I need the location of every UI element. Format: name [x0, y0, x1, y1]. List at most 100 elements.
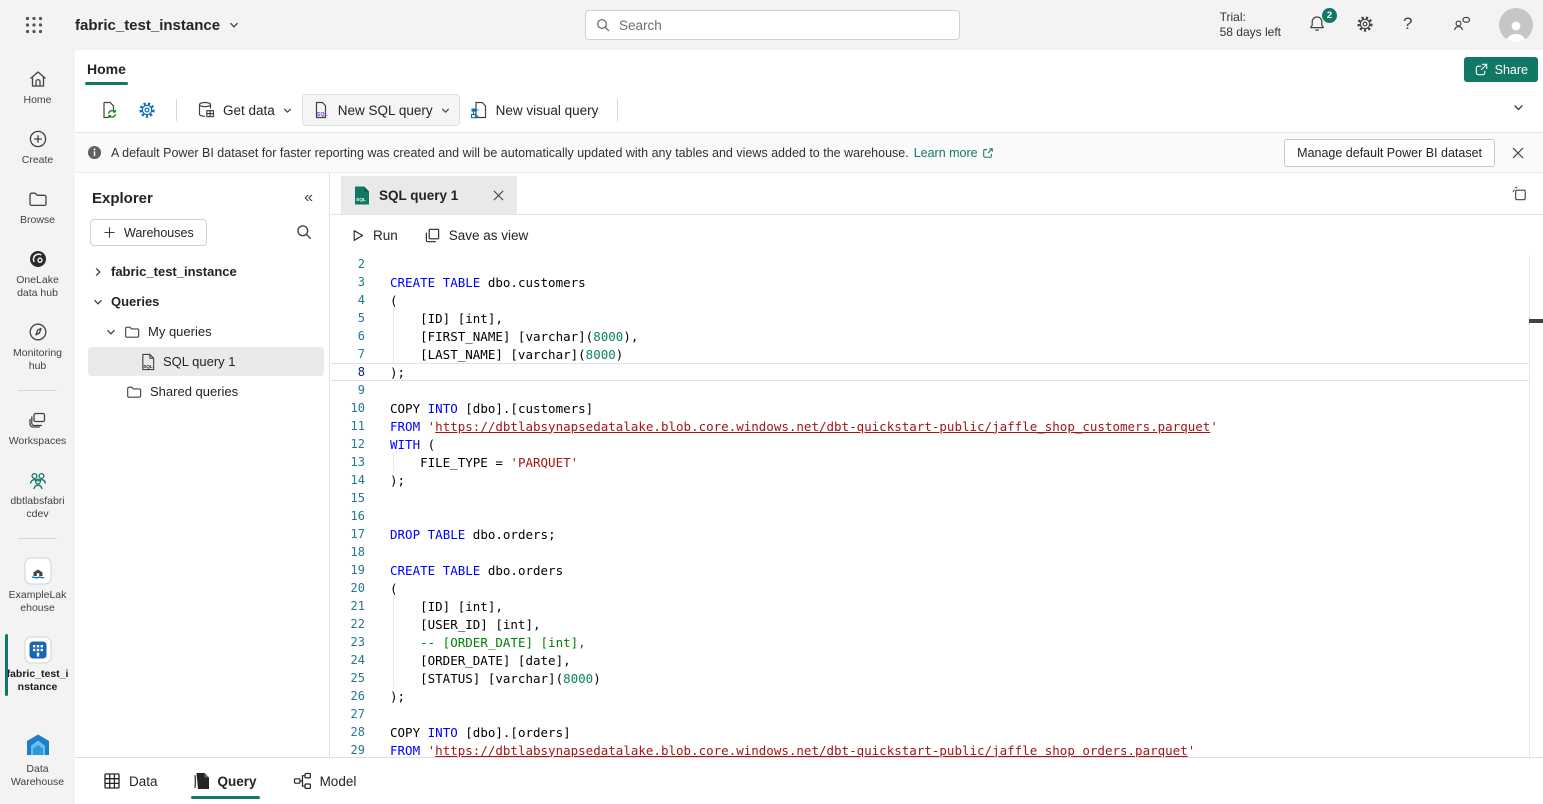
- code-line-13[interactable]: 13 FILE_TYPE = 'PARQUET': [331, 453, 1529, 471]
- indent-guide: [393, 597, 394, 615]
- refresh-button[interactable]: [90, 94, 128, 126]
- code-line-18[interactable]: 18: [331, 543, 1529, 561]
- code-line-28[interactable]: 28COPY INTO [dbo].[orders]: [331, 723, 1529, 741]
- line-number: 9: [331, 383, 365, 397]
- workspace-name-menu[interactable]: fabric_test_instance: [75, 17, 240, 34]
- sql-code-editor[interactable]: 2 3CREATE TABLE dbo.customers4(5 [ID] [in…: [331, 255, 1543, 757]
- code-text: [FIRST_NAME] [varchar](8000),: [390, 329, 638, 344]
- line-number: 23: [331, 635, 365, 649]
- rail-item-home[interactable]: Home: [0, 62, 75, 113]
- code-line-3[interactable]: 3CREATE TABLE dbo.customers: [331, 273, 1529, 291]
- query-settings-button[interactable]: [128, 94, 166, 126]
- line-number: 29: [331, 743, 365, 757]
- banner-close-icon[interactable]: [1511, 146, 1525, 160]
- code-text: [STATUS] [varchar](8000): [390, 671, 601, 686]
- code-line-22[interactable]: 22 [USER_ID] [int],: [331, 615, 1529, 633]
- add-warehouses-button[interactable]: Warehouses: [90, 219, 207, 246]
- collapse-explorer-icon[interactable]: «: [304, 189, 313, 207]
- tab-sql-query-1[interactable]: SQL SQL query 1: [341, 176, 517, 214]
- rail-item-fabric-test-instance[interactable]: fabric_test_instance: [0, 630, 75, 700]
- ribbon-collapse-chevron[interactable]: [1512, 101, 1525, 114]
- line-number: 16: [331, 509, 365, 523]
- tree-item-queries[interactable]: Queries: [88, 287, 324, 316]
- code-line-4[interactable]: 4(: [331, 291, 1529, 309]
- code-line-5[interactable]: 5 [ID] [int],: [331, 309, 1529, 327]
- rail-divider: [18, 538, 57, 539]
- rail-item-datawarehouse[interactable]: DataWarehouse: [0, 725, 75, 795]
- explorer-search-icon[interactable]: [296, 224, 313, 241]
- new-visual-query-button[interactable]: New visual query: [460, 94, 608, 126]
- editor-scrollbar[interactable]: [1529, 255, 1543, 757]
- view-tab-query[interactable]: Query: [191, 758, 260, 804]
- code-line-21[interactable]: 21 [ID] [int],: [331, 597, 1529, 615]
- code-line-29[interactable]: 29FROM 'https://dbtlabsynapsedatalake.bl…: [331, 741, 1529, 757]
- tree-item-fabric-test-instance[interactable]: fabric_test_instance: [88, 257, 324, 286]
- view-tab-data[interactable]: Data: [100, 758, 161, 804]
- code-line-27[interactable]: 27: [331, 705, 1529, 723]
- rail-item-workspaces[interactable]: Workspaces: [0, 403, 75, 454]
- rail-item-browse[interactable]: Browse: [0, 182, 75, 233]
- code-line-7[interactable]: 7 [LAST_NAME] [varchar](8000): [331, 345, 1529, 363]
- tree-item-my-queries[interactable]: My queries: [88, 317, 324, 346]
- code-line-17[interactable]: 17DROP TABLE dbo.orders;: [331, 525, 1529, 543]
- chevron-down-icon[interactable]: [105, 326, 117, 338]
- rail-item-create[interactable]: Create: [0, 122, 75, 173]
- save-as-view-button[interactable]: Save as view: [424, 227, 529, 244]
- code-line-9[interactable]: 9: [331, 381, 1529, 399]
- code-line-16[interactable]: 16: [331, 507, 1529, 525]
- query-editor-area: SQL SQL query 1 Run Save as view 2 3CREAT…: [331, 173, 1543, 757]
- help-button[interactable]: ?: [1403, 14, 1425, 36]
- tab-home[interactable]: Home: [83, 50, 130, 88]
- view-tab-model[interactable]: Model: [290, 758, 360, 804]
- lakehouse-icon: [24, 557, 52, 585]
- chevron-down-icon[interactable]: [92, 296, 104, 308]
- global-search[interactable]: [585, 10, 960, 40]
- line-number: 2: [331, 257, 365, 271]
- run-button[interactable]: Run: [350, 228, 398, 243]
- account-avatar[interactable]: [1499, 8, 1533, 42]
- close-tab-icon[interactable]: [492, 189, 505, 202]
- code-line-11[interactable]: 11FROM 'https://dbtlabsynapsedatalake.bl…: [331, 417, 1529, 435]
- code-line-8[interactable]: 8);: [331, 363, 1529, 381]
- new-sql-query-button[interactable]: SQL New SQL query: [302, 94, 460, 126]
- tree-item-shared-queries[interactable]: Shared queries: [88, 377, 324, 406]
- code-line-24[interactable]: 24 [ORDER_DATE] [date],: [331, 651, 1529, 669]
- indent-guide: [393, 327, 394, 345]
- feedback-button[interactable]: [1451, 14, 1473, 36]
- line-number: 10: [331, 401, 365, 415]
- code-line-25[interactable]: 25 [STATUS] [varchar](8000): [331, 669, 1529, 687]
- code-line-26[interactable]: 26);: [331, 687, 1529, 705]
- chevron-right-icon[interactable]: [92, 266, 104, 278]
- code-line-20[interactable]: 20(: [331, 579, 1529, 597]
- chevron-down-icon: [440, 105, 451, 116]
- code-line-12[interactable]: 12WITH (: [331, 435, 1529, 453]
- code-line-14[interactable]: 14);: [331, 471, 1529, 489]
- code-line-10[interactable]: 10 COPY INTO [dbo].[customers]: [331, 399, 1529, 417]
- copy-icon[interactable]: [1510, 185, 1529, 204]
- rail-item-onelakedata-hub[interactable]: OneLakedata hub: [0, 242, 75, 306]
- code-lines: 2 3CREATE TABLE dbo.customers4(5 [ID] [in…: [331, 255, 1529, 757]
- manage-dataset-button[interactable]: Manage default Power BI dataset: [1284, 139, 1495, 167]
- code-text: -- [ORDER_DATE] [int],: [390, 635, 586, 650]
- code-text: COPY INTO [dbo].[customers]: [390, 401, 593, 416]
- ribbon-tab-row: Home Share: [75, 50, 1543, 88]
- code-line-19[interactable]: 19CREATE TABLE dbo.orders: [331, 561, 1529, 579]
- code-line-2[interactable]: 2: [331, 255, 1529, 273]
- rail-divider: [18, 390, 57, 391]
- notifications-button[interactable]: 2: [1307, 14, 1329, 36]
- share-button[interactable]: Share: [1464, 57, 1538, 82]
- app-launcher-icon[interactable]: [17, 8, 51, 42]
- code-line-6[interactable]: 6 [FIRST_NAME] [varchar](8000),: [331, 327, 1529, 345]
- get-data-button[interactable]: Get data: [187, 94, 302, 126]
- plus-icon: [103, 226, 116, 239]
- search-input[interactable]: [619, 18, 949, 33]
- rail-item-dbtlabsfabricdev[interactable]: dbtlabsfabricdev: [0, 463, 75, 527]
- learn-more-link[interactable]: Learn more: [914, 146, 994, 160]
- search-icon: [596, 18, 611, 33]
- tree-item-sql-query-1[interactable]: SQLSQL query 1: [88, 347, 324, 376]
- rail-item-examplelakehouse[interactable]: ExampleLakehouse: [0, 551, 75, 621]
- code-line-15[interactable]: 15: [331, 489, 1529, 507]
- rail-item-monitoringhub[interactable]: Monitoringhub: [0, 315, 75, 379]
- settings-button[interactable]: [1355, 14, 1377, 36]
- code-line-23[interactable]: 23 -- [ORDER_DATE] [int],: [331, 633, 1529, 651]
